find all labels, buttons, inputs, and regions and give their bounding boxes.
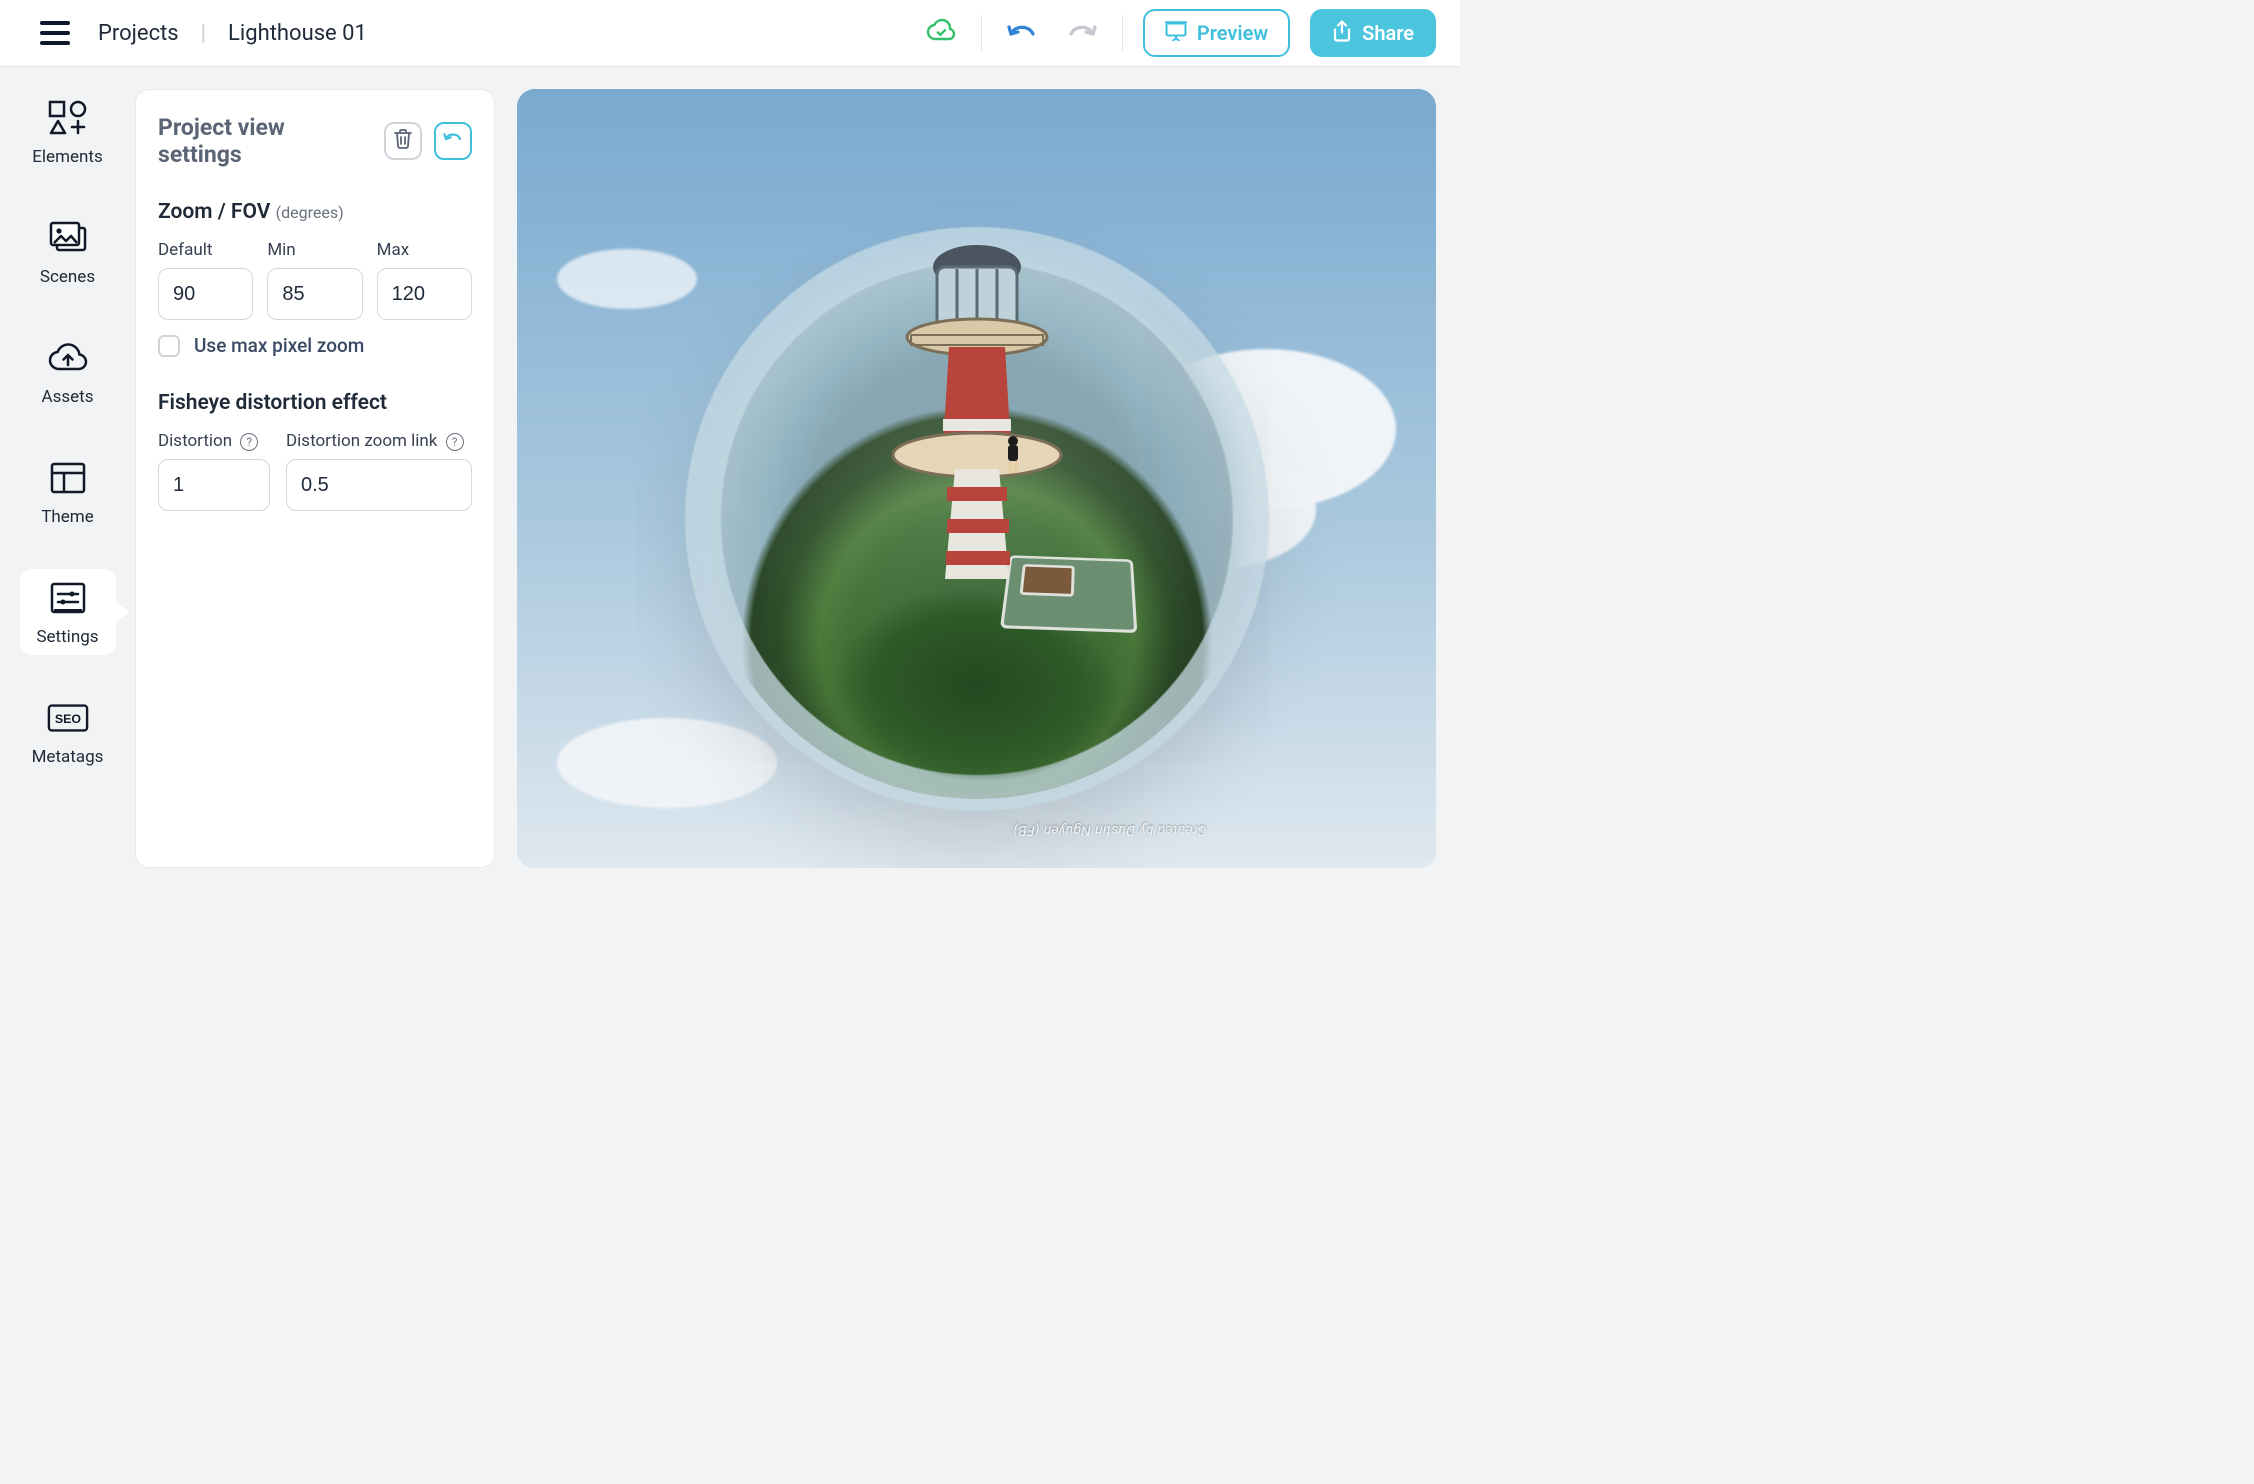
- redo-button[interactable]: [1062, 13, 1102, 53]
- topbar-actions: Preview Share: [921, 9, 1436, 57]
- zoom-max-input[interactable]: [377, 268, 472, 320]
- share-icon: [1332, 20, 1352, 47]
- lighthouse: [877, 219, 1077, 639]
- settings-panel: Project view settings: [135, 89, 495, 868]
- scene-preview[interactable]: Created by Dustin Nguyen (FB): [517, 89, 1436, 868]
- scenes-icon: [47, 217, 89, 259]
- rail-label: Elements: [32, 147, 102, 167]
- share-button[interactable]: Share: [1310, 9, 1436, 57]
- fisheye-section-title: Fisheye distortion effect: [158, 391, 472, 415]
- cloud: [557, 718, 777, 808]
- help-icon[interactable]: ?: [446, 433, 464, 451]
- sliders-icon: [47, 577, 89, 619]
- use-max-pixel-zoom-checkbox[interactable]: [158, 335, 180, 357]
- rail-label: Assets: [42, 387, 94, 407]
- divider: [981, 15, 982, 51]
- zoom-section-title: Zoom / FOV (degrees): [158, 200, 472, 224]
- panel-title: Project view settings: [158, 114, 372, 168]
- rail-item-assets[interactable]: Assets: [20, 329, 116, 415]
- distortion-zoom-link-input[interactable]: [286, 459, 472, 511]
- preview-button[interactable]: Preview: [1143, 9, 1290, 57]
- layout-icon: [47, 457, 89, 499]
- undo-button[interactable]: [1002, 13, 1042, 53]
- zoom-default-label: Default: [158, 240, 253, 260]
- shapes-icon: [47, 97, 89, 139]
- help-icon[interactable]: ?: [240, 433, 258, 451]
- rail-label: Scenes: [40, 267, 95, 287]
- rail-item-theme[interactable]: Theme: [20, 449, 116, 535]
- menu-button[interactable]: [40, 18, 70, 48]
- rail-label: Settings: [36, 627, 98, 647]
- reset-button[interactable]: [434, 122, 472, 160]
- zoom-hint: (degrees): [276, 203, 344, 222]
- cloud: [557, 249, 697, 309]
- rail-item-settings[interactable]: Settings: [20, 569, 116, 655]
- top-bar: Projects | Lighthouse 01: [0, 0, 1460, 67]
- seo-icon: SEO: [47, 697, 89, 739]
- rail-item-elements[interactable]: Elements: [20, 89, 116, 175]
- preview-label: Preview: [1197, 21, 1268, 45]
- tiny-planet: [697, 239, 1257, 799]
- left-rail: Elements Scenes Assets: [0, 67, 135, 890]
- distortion-input[interactable]: [158, 459, 270, 511]
- distortion-zoom-link-label: Distortion zoom link ?: [286, 431, 472, 451]
- rail-label: Metatags: [32, 747, 104, 767]
- rail-item-scenes[interactable]: Scenes: [20, 209, 116, 295]
- sync-status-icon[interactable]: [921, 13, 961, 53]
- zoom-max-label: Max: [377, 240, 472, 260]
- breadcrumb: Projects | Lighthouse 01: [98, 21, 367, 46]
- rail-item-metatags[interactable]: SEO Metatags: [20, 689, 116, 775]
- svg-text:SEO: SEO: [54, 712, 81, 726]
- use-max-pixel-zoom-label: Use max pixel zoom: [194, 334, 364, 357]
- zoom-min-label: Min: [267, 240, 362, 260]
- zoom-default-input[interactable]: [158, 268, 253, 320]
- image-credit: Created by Dustin Nguyen (FB): [1013, 822, 1206, 838]
- rail-label: Theme: [41, 507, 93, 527]
- delete-button[interactable]: [384, 122, 422, 160]
- undo-icon: [442, 129, 464, 153]
- breadcrumb-separator: |: [201, 21, 206, 46]
- breadcrumb-project-name[interactable]: Lighthouse 01: [228, 21, 367, 46]
- share-label: Share: [1362, 21, 1414, 45]
- trash-icon: [393, 128, 413, 154]
- cloud-upload-icon: [47, 337, 89, 379]
- main: Elements Scenes Assets: [0, 67, 1460, 890]
- breadcrumb-projects[interactable]: Projects: [98, 21, 179, 46]
- presentation-icon: [1165, 21, 1187, 46]
- distortion-label: Distortion ?: [158, 431, 270, 451]
- divider: [1122, 15, 1123, 51]
- zoom-min-input[interactable]: [267, 268, 362, 320]
